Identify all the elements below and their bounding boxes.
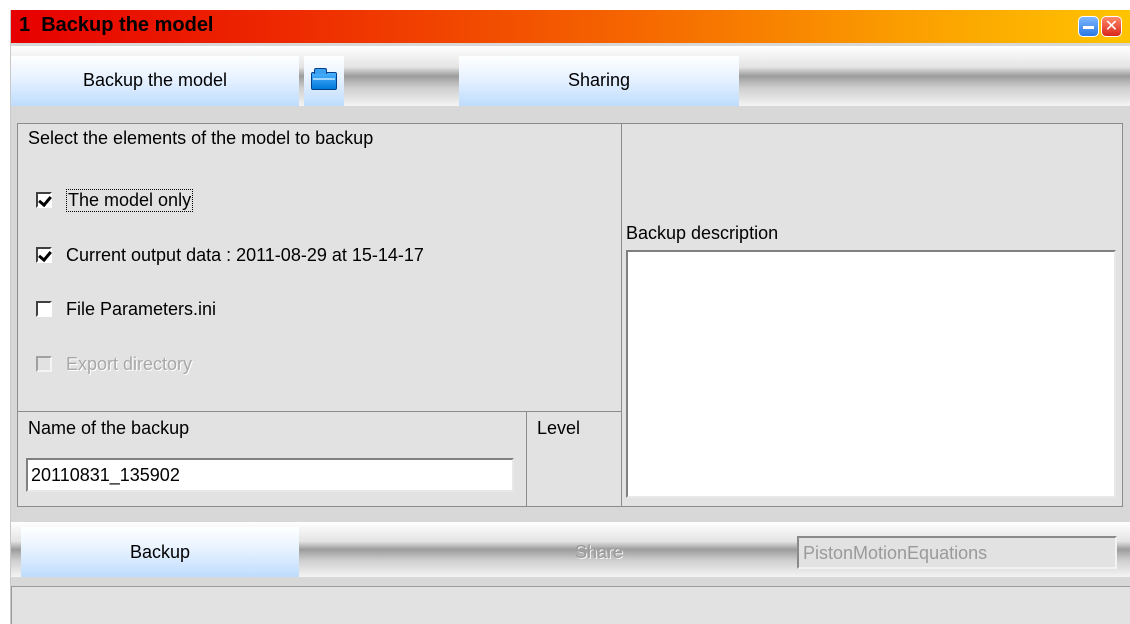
toolbar: Backup the model Sharing	[11, 46, 1130, 106]
backup-description-textarea[interactable]	[626, 250, 1116, 498]
window-title: 1 Backup the model	[19, 14, 214, 36]
backup-description-label: Backup description	[626, 223, 779, 243]
checkbox-current-output-data[interactable]	[36, 247, 52, 263]
option-label: Current output data : 2011-08-29 at 15-1…	[66, 244, 424, 265]
select-elements-heading: Select the elements of the model to back…	[28, 128, 374, 148]
action-bar: Backup Share PistonMotionEquations	[11, 522, 1130, 577]
share-button: Share	[574, 542, 624, 562]
backup-name-panel: Name of the backup	[17, 411, 527, 507]
title-bar[interactable]: 1 Backup the model ✕	[11, 10, 1130, 43]
backup-button[interactable]: Backup	[21, 527, 299, 577]
tab-sharing[interactable]: Sharing	[459, 56, 739, 106]
folder-icon	[311, 68, 337, 90]
option-label: Export directory	[66, 353, 193, 374]
checkbox-file-parameters[interactable]	[36, 301, 52, 317]
level-label: Level	[537, 418, 581, 438]
backup-window: 1 Backup the model ✕ Backup the model Sh…	[10, 10, 1130, 624]
option-export-directory: Export directory	[36, 352, 192, 376]
backup-description-panel: Backup description	[621, 123, 1123, 507]
tab-backup-the-model[interactable]: Backup the model	[11, 56, 299, 106]
close-icon[interactable]: ✕	[1101, 16, 1122, 37]
option-current-output-data[interactable]: Current output data : 2011-08-29 at 15-1…	[36, 243, 424, 267]
checkbox-model-only[interactable]	[36, 192, 52, 208]
status-bar	[11, 586, 1130, 624]
option-label: File Parameters.ini	[66, 298, 217, 319]
select-elements-panel: Select the elements of the model to back…	[17, 123, 623, 412]
backup-name-label: Name of the backup	[28, 418, 190, 438]
backup-name-input[interactable]	[26, 458, 514, 492]
checkbox-export-directory	[36, 356, 52, 372]
open-folder-button[interactable]	[304, 56, 344, 106]
option-file-parameters[interactable]: File Parameters.ini	[36, 297, 216, 321]
model-name-field: PistonMotionEquations	[797, 536, 1117, 569]
option-model-only[interactable]: The model only	[36, 188, 194, 212]
level-panel: Level	[526, 411, 623, 507]
minimize-icon[interactable]	[1078, 16, 1099, 37]
option-label: The model only	[66, 188, 194, 212]
